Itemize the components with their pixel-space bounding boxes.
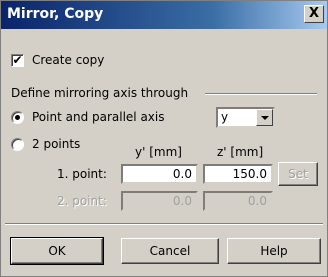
group-title: Define mirroring axis through — [11, 86, 189, 100]
axis-select-value: y — [221, 110, 229, 124]
axis-select[interactable]: y — [216, 107, 275, 128]
create-copy-checkbox[interactable]: ✔ — [11, 54, 24, 67]
group-divider — [205, 93, 317, 95]
title-bar[interactable]: Mirror, Copy X — [1, 1, 327, 29]
set-button-label: Set — [288, 167, 308, 181]
two-points-radio[interactable] — [11, 138, 24, 151]
point1-z-field[interactable]: 150.0 — [203, 164, 273, 184]
ok-button-label: OK — [48, 244, 66, 258]
point1-z-value: 150.0 — [232, 167, 267, 181]
buttons-divider — [5, 223, 323, 225]
point1-y-value: 0.0 — [172, 167, 192, 181]
close-button[interactable]: X — [304, 5, 324, 23]
set-button[interactable]: Set — [278, 162, 318, 186]
close-icon: X — [308, 6, 320, 21]
checkmark-icon: ✔ — [12, 53, 23, 67]
help-button[interactable]: Help — [227, 238, 321, 264]
point1-y-field[interactable]: 0.0 — [121, 164, 198, 184]
point2-y-value: 0.0 — [172, 194, 192, 208]
column-header-z: z' [mm] — [217, 145, 264, 159]
column-header-y: y' [mm] — [135, 145, 182, 159]
help-button-label: Help — [260, 244, 288, 258]
mirror-copy-dialog: Mirror, Copy X ✔ Create copy Define mirr… — [0, 0, 328, 277]
cancel-button-label: Cancel — [149, 244, 191, 258]
chevron-down-icon[interactable] — [256, 109, 273, 126]
two-points-label[interactable]: 2 points — [32, 137, 80, 151]
point2-y-field[interactable]: 0.0 — [121, 191, 198, 211]
dialog-title: Mirror, Copy — [7, 6, 104, 22]
point-parallel-radio[interactable] — [11, 111, 24, 124]
point2-z-field[interactable]: 0.0 — [203, 191, 273, 211]
cancel-button[interactable]: Cancel — [121, 238, 219, 264]
point2-label: 2. point: — [57, 194, 107, 208]
point1-label: 1. point: — [57, 167, 107, 181]
point2-z-value: 0.0 — [247, 194, 267, 208]
create-copy-label[interactable]: Create copy — [32, 53, 104, 67]
ok-button[interactable]: OK — [10, 237, 104, 265]
point-parallel-label[interactable]: Point and parallel axis — [32, 110, 165, 124]
